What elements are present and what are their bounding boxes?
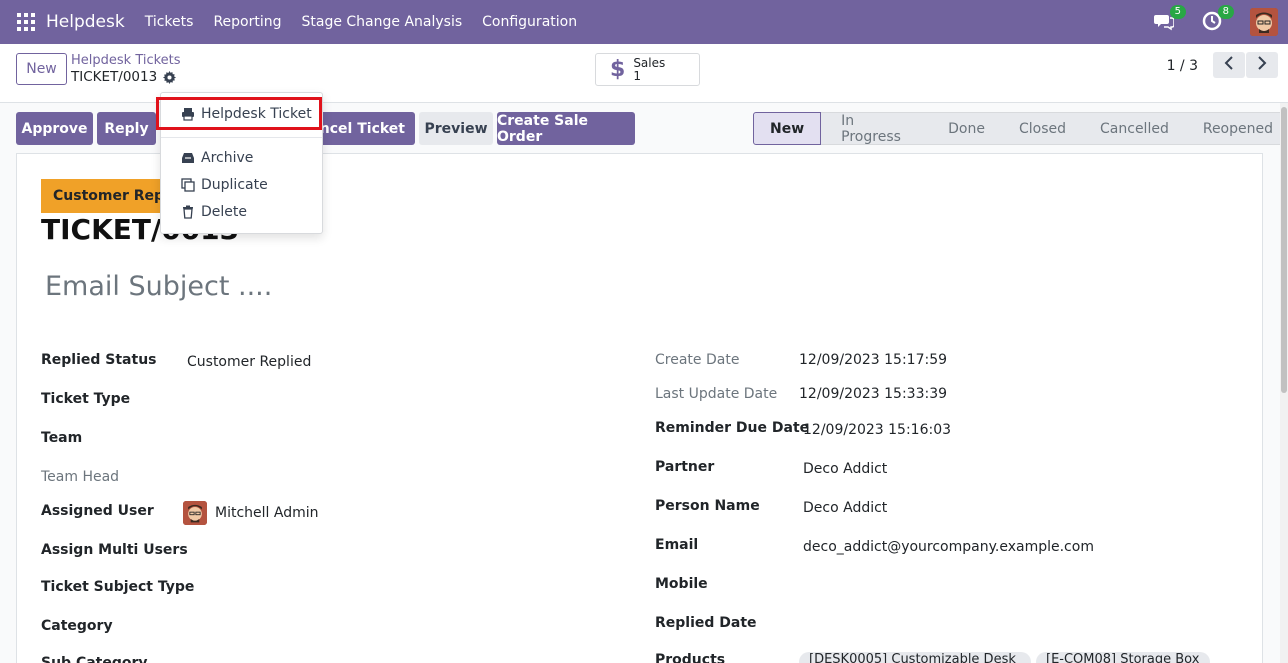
products-label: Products — [655, 652, 726, 663]
email-label: Email — [655, 537, 699, 553]
chevron-right-icon — [1257, 56, 1267, 74]
breadcrumb-current-label: TICKET/0013 — [71, 69, 158, 85]
archive-label: Archive — [201, 149, 254, 166]
activities-clock-icon[interactable]: 8 — [1202, 5, 1234, 33]
top-navbar: Helpdesk Tickets Reporting Stage Change … — [0, 0, 1288, 44]
duplicate-icon — [181, 177, 195, 192]
replied-date-label: Replied Date — [655, 615, 757, 631]
mobile-label: Mobile — [655, 576, 708, 592]
team-head-label: Team Head — [41, 469, 120, 485]
create-date-value: 12/09/2023 15:17:59 — [799, 352, 948, 368]
last-update-date-value: 12/09/2023 15:33:39 — [799, 386, 948, 402]
activities-count-badge: 8 — [1217, 5, 1234, 19]
assigned-user-value[interactable]: Mitchell Admin — [215, 505, 319, 521]
breadcrumb-current: TICKET/0013 — [71, 69, 177, 85]
replied-status-label: Replied Status — [41, 352, 157, 368]
sales-smart-label: Sales — [633, 55, 666, 70]
sales-smart-value: 1 — [633, 68, 641, 83]
category-label: Category — [41, 618, 113, 634]
preview-button[interactable]: Preview — [419, 112, 493, 145]
assigned-user-avatar — [183, 501, 207, 525]
menu-configuration[interactable]: Configuration — [472, 14, 587, 30]
replied-status-value[interactable]: Customer Replied — [187, 354, 311, 370]
user-avatar[interactable] — [1250, 8, 1278, 36]
stage-in-progress[interactable]: In Progress — [821, 112, 929, 145]
partner-value[interactable]: Deco Addict — [803, 461, 887, 477]
product-tag-label: [DESK0005] Customizable Desk — [809, 652, 1016, 663]
assigned-user-label: Assigned User — [41, 503, 154, 519]
page-scrollbar-thumb[interactable] — [1281, 107, 1287, 393]
stage-closed[interactable]: Closed — [998, 112, 1081, 145]
email-value[interactable]: deco_addict@yourcompany.example.com — [803, 539, 1094, 555]
messages-count-badge: 5 — [1169, 5, 1186, 19]
reminder-due-date-value[interactable]: 12/09/2023 15:16:03 — [803, 422, 951, 438]
create-sale-order-button[interactable]: Create Sale Order — [497, 112, 635, 145]
sub-category-label: Sub Category — [41, 655, 148, 663]
duplicate-item[interactable]: Duplicate — [161, 172, 322, 197]
stage-done[interactable]: Done — [928, 112, 999, 145]
create-date-label: Create Date — [655, 352, 740, 368]
sales-smart-button[interactable]: $ Sales 1 — [595, 53, 700, 86]
last-update-date-label: Last Update Date — [655, 386, 778, 402]
person-name-label: Person Name — [655, 498, 760, 514]
team-label: Team — [41, 430, 83, 446]
ticket-subject-type-label: Ticket Subject Type — [41, 579, 195, 595]
app-brand[interactable]: Helpdesk — [46, 12, 125, 32]
dollar-icon: $ — [610, 57, 626, 82]
messages-icon[interactable]: 5 — [1154, 5, 1186, 33]
partner-label: Partner — [655, 459, 715, 475]
gear-icon[interactable] — [163, 70, 177, 84]
stage-reopened[interactable]: Reopened — [1182, 112, 1288, 145]
pager-next-button[interactable] — [1246, 52, 1278, 78]
stage-new[interactable]: New — [753, 112, 822, 145]
product-tag-label: [E-COM08] Storage Box — [1046, 652, 1200, 663]
menu-reporting[interactable]: Reporting — [203, 14, 291, 30]
menu-tickets[interactable]: Tickets — [135, 14, 204, 30]
stage-statusbar: New In Progress Done Closed Cancelled Re… — [753, 112, 1288, 145]
dropdown-divider — [161, 137, 322, 138]
highlight-annotation-box — [156, 97, 322, 130]
stage-cancelled[interactable]: Cancelled — [1080, 112, 1183, 145]
menu-stage-change-analysis[interactable]: Stage Change Analysis — [292, 14, 473, 30]
breadcrumb-parent[interactable]: Helpdesk Tickets — [71, 53, 181, 68]
product-tag[interactable]: [DESK0005] Customizable Desk — [799, 652, 1031, 663]
product-tag[interactable]: [E-COM08] Storage Box — [1036, 652, 1210, 663]
reply-button[interactable]: Reply — [97, 112, 156, 145]
archive-icon — [181, 151, 195, 165]
reminder-due-date-label: Reminder Due Date — [655, 420, 810, 436]
archive-item[interactable]: Archive — [161, 145, 322, 170]
person-name-value[interactable]: Deco Addict — [803, 500, 887, 516]
pager-value[interactable]: 1 / 3 — [1167, 58, 1198, 74]
email-subject-input[interactable]: Email Subject .... — [45, 271, 272, 302]
ticket-type-label: Ticket Type — [41, 391, 131, 407]
approve-button[interactable]: Approve — [16, 112, 93, 145]
delete-item[interactable]: Delete — [161, 199, 322, 224]
new-button[interactable]: New — [16, 53, 67, 85]
delete-label: Delete — [201, 203, 247, 220]
chevron-left-icon — [1224, 56, 1234, 74]
duplicate-label: Duplicate — [201, 176, 268, 193]
assign-multi-users-label: Assign Multi Users — [41, 542, 188, 558]
apps-menu-icon[interactable] — [17, 13, 35, 31]
trash-icon — [181, 205, 195, 219]
pager-previous-button[interactable] — [1213, 52, 1245, 78]
